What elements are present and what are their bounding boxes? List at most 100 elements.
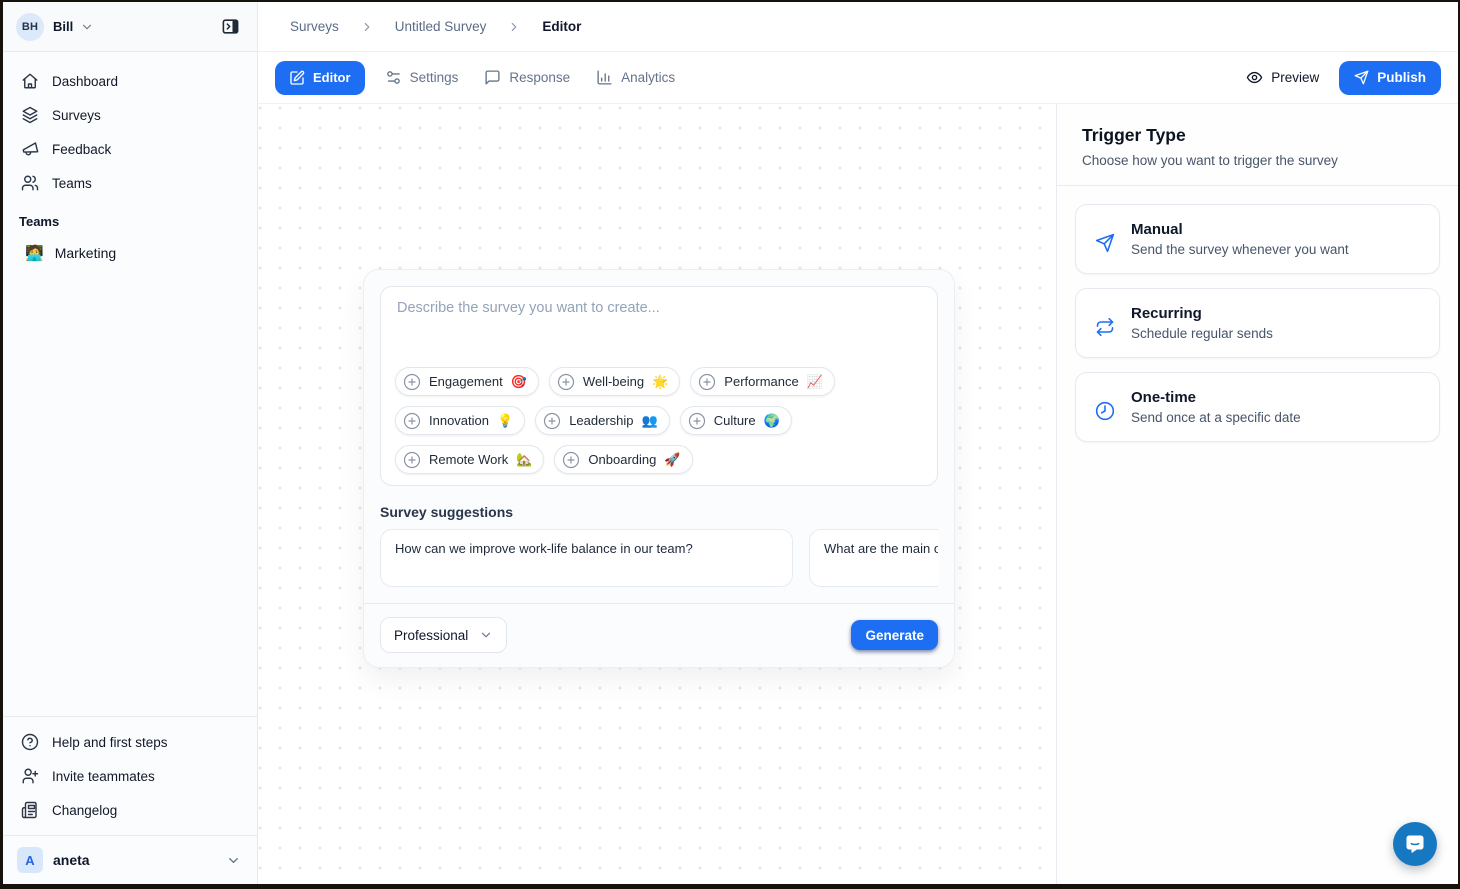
dart-emoji-icon: 🎯 [511, 374, 527, 390]
topic-pill-remote-work[interactable]: Remote Work 🏡 [395, 445, 544, 474]
editor-toolbar: Editor Settings Response Analytics [258, 52, 1458, 104]
publish-label: Publish [1377, 70, 1426, 85]
prompt-box: Engagement 🎯 Well-being 🌟 Performance [380, 286, 938, 486]
chat-bubble-icon [1403, 832, 1427, 856]
tab-label: Settings [410, 70, 459, 85]
sidebar-item-teams[interactable]: Teams [3, 166, 257, 200]
option-description: Schedule regular sends [1131, 326, 1273, 341]
tone-select[interactable]: Professional [380, 617, 507, 653]
sliders-icon [385, 69, 402, 86]
sidebar-item-label: Changelog [52, 803, 117, 818]
sidebar-item-invite[interactable]: Invite teammates [3, 759, 257, 793]
tab-label: Editor [313, 70, 351, 85]
chat-widget-button[interactable] [1393, 822, 1437, 866]
topic-pill-innovation[interactable]: Innovation 💡 [395, 406, 525, 435]
chevron-down-icon [80, 20, 94, 34]
sidebar-item-label: Dashboard [52, 74, 118, 89]
tab-settings[interactable]: Settings [385, 69, 459, 86]
tab-analytics[interactable]: Analytics [596, 69, 675, 86]
sidebar-collapse-icon[interactable] [215, 12, 245, 42]
sidebar-item-changelog[interactable]: Changelog [3, 793, 257, 827]
topic-pill-performance[interactable]: Performance 📈 [690, 367, 835, 396]
user-name: Bill [53, 19, 73, 34]
plus-circle-icon [403, 412, 421, 430]
help-circle-icon [21, 733, 39, 751]
topic-pills: Engagement 🎯 Well-being 🌟 Performance [395, 367, 923, 474]
sidebar-item-dashboard[interactable]: Dashboard [3, 64, 257, 98]
topic-pill-well-being[interactable]: Well-being 🌟 [549, 367, 680, 396]
chevron-right-icon [360, 20, 374, 34]
workspace-name: aneta [53, 852, 90, 868]
plus-circle-icon [688, 412, 706, 430]
breadcrumb-surveys[interactable]: Surveys [290, 19, 339, 34]
sidebar-item-label: Help and first steps [52, 735, 168, 750]
tab-response[interactable]: Response [484, 69, 570, 86]
preview-button[interactable]: Preview [1246, 69, 1319, 86]
bar-chart-icon [596, 69, 613, 86]
sidebar-item-label: Invite teammates [52, 769, 155, 784]
survey-canvas[interactable]: Engagement 🎯 Well-being 🌟 Performance [258, 104, 1057, 884]
sidebar-item-label: Surveys [52, 108, 101, 123]
suggestion-card[interactable]: How can we improve work-life balance in … [380, 529, 793, 587]
sidebar-item-surveys[interactable]: Surveys [3, 98, 257, 132]
sidebar-footer-nav: Help and first steps Invite teammates Ch… [3, 716, 257, 835]
team-label: Marketing [55, 245, 116, 261]
plus-circle-icon [543, 412, 561, 430]
workspace-switcher[interactable]: A aneta [3, 835, 257, 884]
rocket-emoji-icon: 🚀 [664, 452, 680, 468]
topic-pill-engagement[interactable]: Engagement 🎯 [395, 367, 539, 396]
sidebar-item-label: Teams [52, 176, 92, 191]
users-icon [21, 174, 39, 192]
bulb-emoji-icon: 💡 [497, 413, 513, 429]
trigger-type-panel: Trigger Type Choose how you want to trig… [1057, 104, 1458, 884]
composer-footer: Professional Generate [364, 604, 954, 667]
option-description: Send the survey whenever you want [1131, 242, 1349, 257]
ai-survey-composer: Engagement 🎯 Well-being 🌟 Performance [363, 269, 955, 668]
sidebar-item-feedback[interactable]: Feedback [3, 132, 257, 166]
trigger-option-manual[interactable]: Manual Send the survey whenever you want [1075, 204, 1440, 274]
layers-icon [21, 106, 39, 124]
avatar: BH [16, 13, 44, 41]
sidebar-item-marketing[interactable]: 🧑‍💻 Marketing [3, 235, 257, 271]
breadcrumb-current: Editor [542, 19, 581, 34]
sidebar-nav: Dashboard Surveys Feedback Teams [3, 52, 257, 271]
topic-pill-leadership[interactable]: Leadership 👥 [535, 406, 670, 435]
main-area: Surveys Untitled Survey Editor Editor [258, 2, 1458, 884]
plus-circle-icon [557, 373, 575, 391]
plus-circle-icon [403, 451, 421, 469]
house-emoji-icon: 🏡 [516, 452, 532, 468]
technologist-emoji-icon: 🧑‍💻 [25, 244, 44, 262]
plus-circle-icon [562, 451, 580, 469]
message-square-icon [484, 69, 501, 86]
home-icon [21, 72, 39, 90]
trigger-option-one-time[interactable]: One-time Send once at a specific date [1075, 372, 1440, 442]
send-icon [1354, 70, 1369, 85]
sidebar: BH Bill Dashboard Surveys [3, 2, 258, 884]
star-emoji-icon: 🌟 [652, 374, 668, 390]
repeat-icon [1095, 312, 1115, 341]
publish-button[interactable]: Publish [1339, 61, 1441, 95]
app-window: BH Bill Dashboard Surveys [0, 0, 1460, 889]
chevron-right-icon [507, 20, 521, 34]
tab-editor[interactable]: Editor [275, 61, 365, 95]
send-icon [1095, 228, 1115, 257]
suggestions-title: Survey suggestions [380, 504, 938, 520]
suggestion-card[interactable]: What are the main ob [809, 529, 938, 587]
tab-label: Response [509, 70, 570, 85]
sidebar-item-help[interactable]: Help and first steps [3, 725, 257, 759]
sidebar-item-label: Feedback [52, 142, 111, 157]
topic-pill-onboarding[interactable]: Onboarding 🚀 [554, 445, 692, 474]
topic-pill-culture[interactable]: Culture 🌍 [680, 406, 792, 435]
changelog-icon [21, 801, 39, 819]
generate-button[interactable]: Generate [851, 620, 938, 650]
trigger-option-recurring[interactable]: Recurring Schedule regular sends [1075, 288, 1440, 358]
plus-circle-icon [698, 373, 716, 391]
panel-title: Trigger Type [1082, 125, 1433, 146]
suggestions-row: How can we improve work-life balance in … [380, 529, 938, 587]
option-description: Send once at a specific date [1131, 410, 1301, 425]
breadcrumb-survey-name[interactable]: Untitled Survey [395, 19, 487, 34]
edit-pencil-icon [289, 70, 305, 86]
eye-icon [1246, 69, 1263, 86]
user-menu[interactable]: BH Bill [3, 2, 257, 52]
option-title: Recurring [1131, 305, 1273, 322]
